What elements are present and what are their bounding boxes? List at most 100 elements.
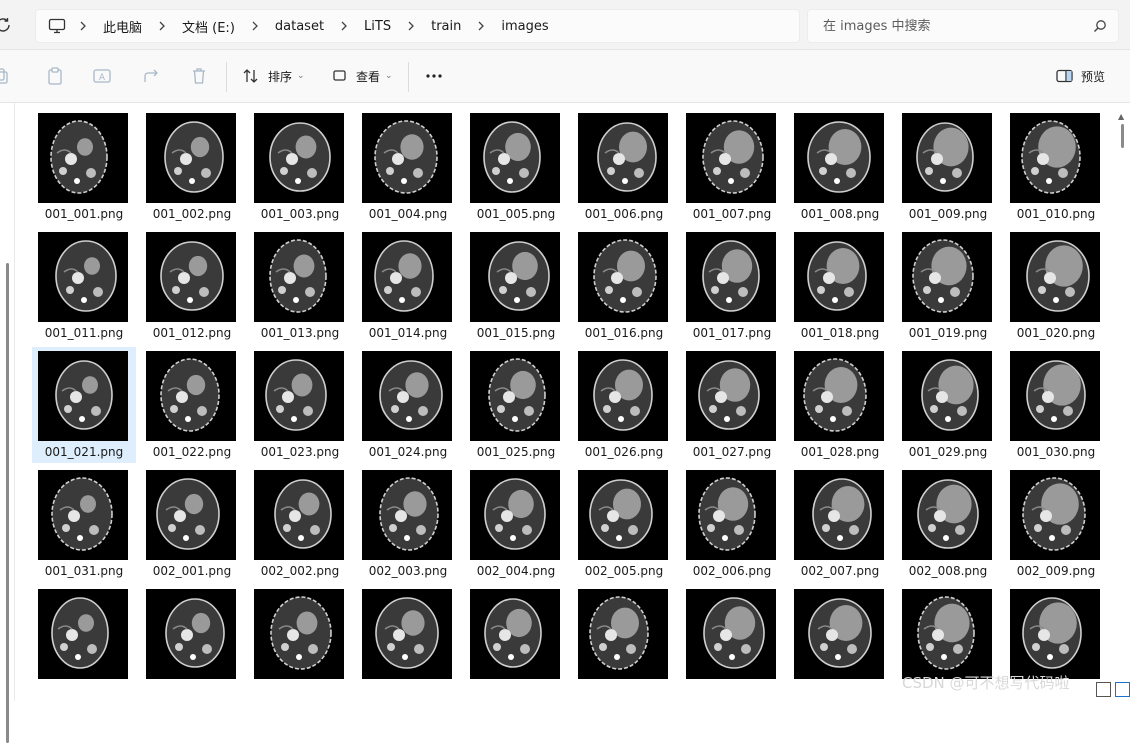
breadcrumb-item-train[interactable]: train bbox=[422, 19, 470, 34]
breadcrumb-item-drive[interactable]: 文档 (E:) bbox=[173, 17, 244, 36]
file-item[interactable]: 001_010.png bbox=[1004, 111, 1108, 225]
file-item[interactable]: 001_029.png bbox=[896, 347, 1000, 463]
search-icon[interactable] bbox=[1093, 19, 1107, 33]
file-item[interactable]: 002_001.png bbox=[140, 466, 244, 582]
file-item[interactable]: 001_002.png bbox=[140, 111, 244, 225]
file-thumbnail bbox=[254, 232, 344, 322]
file-item[interactable]: 001_027.png bbox=[680, 347, 784, 463]
file-item[interactable]: 001_003.png bbox=[248, 111, 352, 225]
file-item[interactable] bbox=[788, 585, 892, 701]
file-item[interactable]: 001_015.png bbox=[464, 228, 568, 344]
search-input[interactable] bbox=[821, 17, 1085, 35]
file-item[interactable]: 001_020.png bbox=[1004, 228, 1108, 344]
file-thumbnail bbox=[578, 113, 668, 203]
scroll-up-icon[interactable]: ▲ bbox=[1118, 112, 1124, 121]
file-item[interactable]: 001_001.png bbox=[32, 111, 136, 225]
chevron-right-icon[interactable] bbox=[470, 21, 492, 31]
file-name: 001_022.png bbox=[152, 445, 232, 459]
breadcrumb-item-images[interactable]: images bbox=[492, 19, 557, 34]
file-grid: 001_001.png 001_002.png 001_003.png 001_004… bbox=[32, 111, 1112, 701]
delete-icon[interactable] bbox=[190, 67, 208, 85]
file-item[interactable] bbox=[356, 585, 460, 701]
details-view-icon[interactable] bbox=[1096, 682, 1111, 697]
copy-icon[interactable] bbox=[0, 67, 10, 85]
chevron-right-icon[interactable] bbox=[244, 21, 266, 31]
file-name: 001_021.png bbox=[44, 445, 124, 459]
file-item[interactable]: 001_023.png bbox=[248, 347, 352, 463]
file-item[interactable]: 002_004.png bbox=[464, 466, 568, 582]
file-item[interactable] bbox=[140, 585, 244, 701]
search-box[interactable] bbox=[807, 9, 1119, 43]
breadcrumb-item-lits[interactable]: LiTS bbox=[355, 19, 400, 34]
file-item[interactable]: 001_017.png bbox=[680, 228, 784, 344]
file-item[interactable] bbox=[32, 585, 136, 701]
vertical-scrollbar-thumb[interactable] bbox=[1121, 124, 1124, 148]
file-item[interactable]: 001_006.png bbox=[572, 111, 676, 225]
large-icons-view-icon[interactable] bbox=[1115, 682, 1130, 697]
file-item[interactable]: 002_009.png bbox=[1004, 466, 1108, 582]
file-item[interactable]: 001_012.png bbox=[140, 228, 244, 344]
file-name: 001_006.png bbox=[584, 207, 664, 221]
file-thumbnail bbox=[1010, 232, 1100, 322]
file-thumbnail bbox=[1010, 589, 1100, 679]
file-item[interactable]: 001_008.png bbox=[788, 111, 892, 225]
file-name: 001_014.png bbox=[368, 326, 448, 340]
breadcrumb-item-dataset[interactable]: dataset bbox=[266, 19, 333, 34]
computer-icon[interactable] bbox=[48, 18, 66, 34]
file-item[interactable]: 002_008.png bbox=[896, 466, 1000, 582]
file-item[interactable]: 002_006.png bbox=[680, 466, 784, 582]
breadcrumb-item-this-pc[interactable]: 此电脑 bbox=[94, 17, 151, 36]
file-item[interactable]: 001_031.png bbox=[32, 466, 136, 582]
chevron-right-icon[interactable] bbox=[72, 21, 94, 31]
file-item[interactable]: 001_022.png bbox=[140, 347, 244, 463]
nav-pane-scrollbar[interactable] bbox=[6, 263, 9, 743]
file-item[interactable]: 001_009.png bbox=[896, 111, 1000, 225]
preview-pane-button[interactable]: 预览 bbox=[1056, 64, 1105, 88]
file-item[interactable]: 001_021.png bbox=[32, 347, 136, 463]
file-item[interactable]: 001_007.png bbox=[680, 111, 784, 225]
file-thumbnail bbox=[794, 351, 884, 441]
file-thumbnail bbox=[578, 470, 668, 560]
refresh-icon[interactable] bbox=[0, 16, 12, 34]
sort-button[interactable]: 排序 ⌄ bbox=[242, 64, 305, 88]
file-item[interactable] bbox=[248, 585, 352, 701]
file-item[interactable]: 001_025.png bbox=[464, 347, 568, 463]
file-item[interactable]: 001_014.png bbox=[356, 228, 460, 344]
share-icon[interactable] bbox=[142, 67, 160, 85]
view-button[interactable]: 查看 ⌄ bbox=[332, 64, 393, 88]
file-item[interactable]: 001_024.png bbox=[356, 347, 460, 463]
view-mode-switch[interactable] bbox=[1096, 682, 1130, 697]
file-item[interactable]: 001_004.png bbox=[356, 111, 460, 225]
file-name: 002_001.png bbox=[152, 564, 232, 578]
file-item[interactable]: 001_016.png bbox=[572, 228, 676, 344]
file-item[interactable]: 001_030.png bbox=[1004, 347, 1108, 463]
file-thumbnail bbox=[578, 232, 668, 322]
nav-pane-divider[interactable] bbox=[14, 103, 15, 701]
file-item[interactable]: 001_026.png bbox=[572, 347, 676, 463]
file-item[interactable] bbox=[680, 585, 784, 701]
chevron-right-icon[interactable] bbox=[333, 21, 355, 31]
file-item[interactable]: 002_007.png bbox=[788, 466, 892, 582]
file-item[interactable] bbox=[464, 585, 568, 701]
file-item[interactable]: 001_005.png bbox=[464, 111, 568, 225]
file-item[interactable]: 001_018.png bbox=[788, 228, 892, 344]
file-item[interactable]: 001_011.png bbox=[32, 228, 136, 344]
file-item[interactable]: 002_005.png bbox=[572, 466, 676, 582]
rename-icon[interactable]: A bbox=[93, 67, 111, 85]
file-name: 001_010.png bbox=[1016, 207, 1096, 221]
chevron-right-icon[interactable] bbox=[400, 21, 422, 31]
more-options-button[interactable] bbox=[422, 64, 446, 88]
chevron-right-icon[interactable] bbox=[151, 21, 173, 31]
file-item[interactable] bbox=[572, 585, 676, 701]
file-item[interactable]: 001_028.png bbox=[788, 347, 892, 463]
file-item[interactable]: 001_013.png bbox=[248, 228, 352, 344]
file-item[interactable]: 002_002.png bbox=[248, 466, 352, 582]
file-name: 001_031.png bbox=[44, 564, 124, 578]
paste-icon[interactable] bbox=[46, 67, 64, 85]
file-thumbnail bbox=[146, 351, 236, 441]
file-item[interactable]: 001_019.png bbox=[896, 228, 1000, 344]
file-item[interactable]: 002_003.png bbox=[356, 466, 460, 582]
breadcrumb[interactable]: 此电脑 文档 (E:) dataset LiTS train images bbox=[35, 9, 800, 43]
file-thumbnail bbox=[146, 589, 236, 679]
file-thumbnail bbox=[38, 113, 128, 203]
